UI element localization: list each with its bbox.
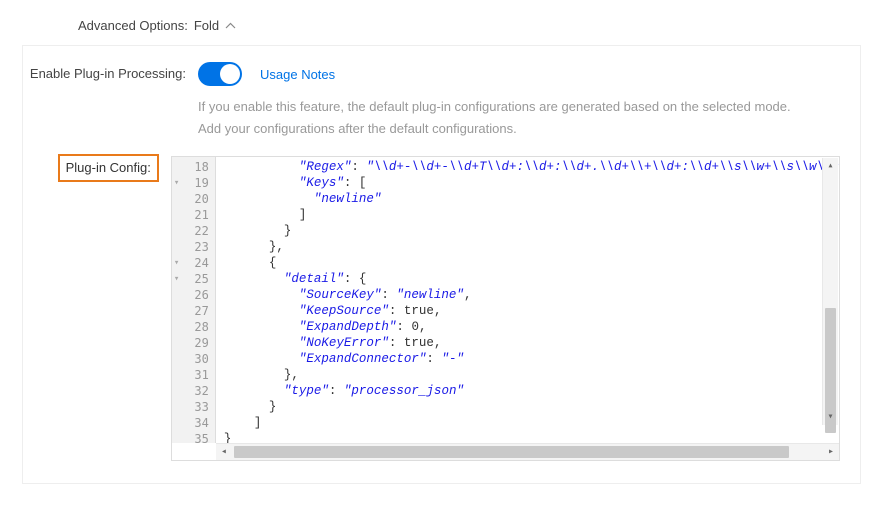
line-number: 26 — [172, 287, 209, 303]
line-number: 27 — [172, 303, 209, 319]
code-line[interactable]: } — [224, 223, 839, 239]
code-line[interactable]: "Keys": [ — [224, 175, 839, 191]
description-line: Add your configurations after the defaul… — [198, 118, 840, 140]
code-line[interactable]: "Regex": "\\d+-\\d+-\\d+T\\d+:\\d+:\\d+.… — [224, 159, 839, 175]
code-line[interactable]: ] — [224, 207, 839, 223]
code-line[interactable]: "SourceKey": "newline", — [224, 287, 839, 303]
enable-plugin-row: Enable Plug-in Processing: Usage Notes — [23, 62, 860, 86]
code-line[interactable]: }, — [224, 367, 839, 383]
line-number: 32 — [172, 383, 209, 399]
scroll-right-arrow-icon[interactable]: ▸ — [823, 444, 839, 460]
line-number: 34 — [172, 415, 209, 431]
scroll-up-arrow-icon[interactable]: ▴ — [823, 158, 838, 174]
code-area[interactable]: "Regex": "\\d+-\\d+-\\d+T\\d+:\\d+:\\d+.… — [216, 157, 839, 443]
description-row: If you enable this feature, the default … — [23, 86, 860, 140]
code-line[interactable]: "detail": { — [224, 271, 839, 287]
enable-plugin-label: Enable Plug-in Processing: — [23, 62, 198, 84]
line-number: 23 — [172, 239, 209, 255]
code-line[interactable]: }, — [224, 239, 839, 255]
toggle-knob — [220, 64, 240, 84]
line-number: 19▾ — [172, 175, 209, 191]
fold-label: Fold — [194, 18, 219, 33]
scroll-left-arrow-icon[interactable]: ◂ — [216, 444, 232, 460]
line-number: 28 — [172, 319, 209, 335]
line-number: 33 — [172, 399, 209, 415]
plugin-config-row: Plug-in Config: 1819▾2021222324▾25▾26272… — [23, 156, 860, 461]
options-panel: Enable Plug-in Processing: Usage Notes I… — [22, 45, 861, 484]
code-line[interactable]: } — [224, 399, 839, 415]
line-number: 24▾ — [172, 255, 209, 271]
horizontal-scroll-thumb[interactable] — [234, 446, 789, 458]
code-line[interactable]: "KeepSource": true, — [224, 303, 839, 319]
plugin-config-label: Plug-in Config: — [58, 154, 159, 182]
code-line[interactable]: "type": "processor_json" — [224, 383, 839, 399]
line-number: 35 — [172, 431, 209, 443]
code-line[interactable]: "ExpandConnector": "-" — [224, 351, 839, 367]
fold-marker-icon[interactable]: ▾ — [174, 271, 179, 287]
vertical-scrollbar[interactable]: ▴ ▾ — [822, 158, 838, 425]
chevron-up-icon — [225, 22, 236, 29]
advanced-options-header: Advanced Options: Fold — [0, 0, 883, 45]
code-line[interactable]: ] — [224, 415, 839, 431]
fold-toggle[interactable]: Fold — [194, 18, 236, 33]
enable-plugin-description: If you enable this feature, the default … — [198, 86, 860, 140]
line-number: 30 — [172, 351, 209, 367]
line-number: 25▾ — [172, 271, 209, 287]
scroll-down-arrow-icon[interactable]: ▾ — [823, 409, 838, 425]
advanced-options-label: Advanced Options: — [78, 18, 188, 33]
line-number: 18 — [172, 159, 209, 175]
code-line[interactable]: "ExpandDepth": 0, — [224, 319, 839, 335]
line-number: 31 — [172, 367, 209, 383]
usage-notes-link[interactable]: Usage Notes — [260, 67, 335, 82]
line-number: 22 — [172, 223, 209, 239]
code-line[interactable]: "newline" — [224, 191, 839, 207]
line-number: 29 — [172, 335, 209, 351]
code-line[interactable]: } — [224, 431, 839, 443]
fold-marker-icon[interactable]: ▾ — [174, 175, 179, 191]
description-line: If you enable this feature, the default … — [198, 96, 840, 118]
fold-marker-icon[interactable]: ▾ — [174, 255, 179, 271]
line-number-gutter: 1819▾2021222324▾25▾26272829303132333435 — [172, 157, 216, 443]
plugin-config-editor[interactable]: 1819▾2021222324▾25▾26272829303132333435 … — [171, 156, 840, 461]
line-number: 20 — [172, 191, 209, 207]
line-number: 21 — [172, 207, 209, 223]
horizontal-scrollbar[interactable]: ◂ ▸ — [216, 443, 839, 460]
code-line[interactable]: "NoKeyError": true, — [224, 335, 839, 351]
enable-plugin-toggle[interactable] — [198, 62, 242, 86]
code-line[interactable]: { — [224, 255, 839, 271]
